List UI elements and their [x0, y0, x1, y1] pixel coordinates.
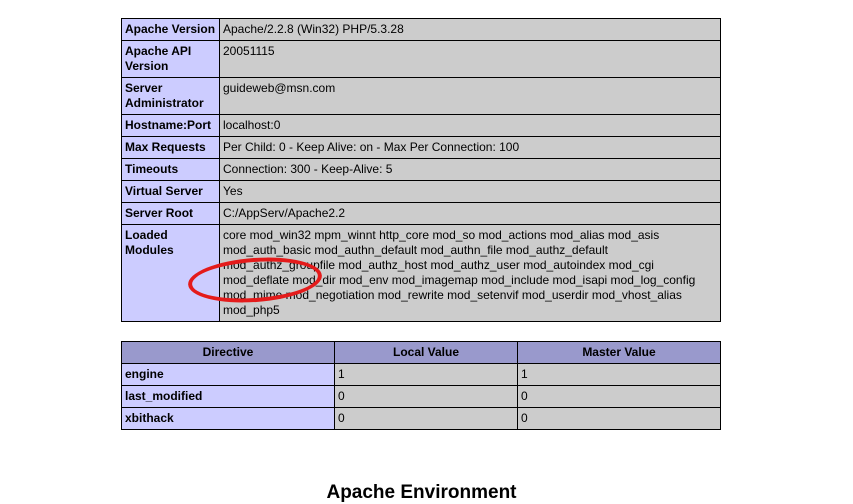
directive-master-value: 0	[517, 407, 721, 430]
directive-name: engine	[121, 363, 335, 386]
row-value-hostname-port: localhost:0	[219, 114, 721, 137]
row-value-apache-version: Apache/2.2.8 (Win32) PHP/5.3.28	[219, 18, 721, 41]
table-row: Max Requests Per Child: 0 - Keep Alive: …	[121, 136, 721, 159]
table-row: engine 1 1	[121, 363, 721, 386]
row-key-server-root: Server Root	[121, 202, 220, 225]
directive-local-value: 0	[334, 385, 518, 408]
table-row: Hostname:Port localhost:0	[121, 114, 721, 137]
table-header-row: Directive Local Value Master Value	[121, 341, 721, 364]
section-title-apache-environment: Apache Environment	[326, 481, 517, 503]
row-key-virtual-server: Virtual Server	[121, 180, 220, 203]
row-key-apache-api-version: Apache API Version	[121, 40, 220, 78]
row-key-server-administrator: Server Administrator	[121, 77, 220, 115]
table-row: Server Root C:/AppServ/Apache2.2	[121, 202, 721, 225]
apache-directive-table: Directive Local Value Master Value engin…	[121, 341, 721, 430]
row-value-virtual-server: Yes	[219, 180, 721, 203]
table-row: last_modified 0 0	[121, 385, 721, 408]
column-header-directive: Directive	[121, 341, 335, 364]
table-row: Timeouts Connection: 300 - Keep-Alive: 5	[121, 158, 721, 181]
row-key-hostname-port: Hostname:Port	[121, 114, 220, 137]
row-value-server-root: C:/AppServ/Apache2.2	[219, 202, 721, 225]
directive-name: xbithack	[121, 407, 335, 430]
row-value-max-requests: Per Child: 0 - Keep Alive: on - Max Per …	[219, 136, 721, 159]
directive-master-value: 0	[517, 385, 721, 408]
table-row: Virtual Server Yes	[121, 180, 721, 203]
row-key-apache-version: Apache Version	[121, 18, 220, 41]
directive-local-value: 1	[334, 363, 518, 386]
row-value-timeouts: Connection: 300 - Keep-Alive: 5	[219, 158, 721, 181]
directive-master-value: 1	[517, 363, 721, 386]
row-value-server-administrator: guideweb@msn.com	[219, 77, 721, 115]
table-row: xbithack 0 0	[121, 407, 721, 430]
directive-local-value: 0	[334, 407, 518, 430]
table-row: Apache API Version 20051115	[121, 40, 721, 78]
column-header-master-value: Master Value	[517, 341, 721, 364]
row-key-timeouts: Timeouts	[121, 158, 220, 181]
column-header-local-value: Local Value	[334, 341, 518, 364]
directive-name: last_modified	[121, 385, 335, 408]
table-row: Apache Version Apache/2.2.8 (Win32) PHP/…	[121, 18, 721, 41]
table-row: Server Administrator guideweb@msn.com	[121, 77, 721, 115]
row-value-apache-api-version: 20051115	[219, 40, 721, 78]
row-key-max-requests: Max Requests	[121, 136, 220, 159]
